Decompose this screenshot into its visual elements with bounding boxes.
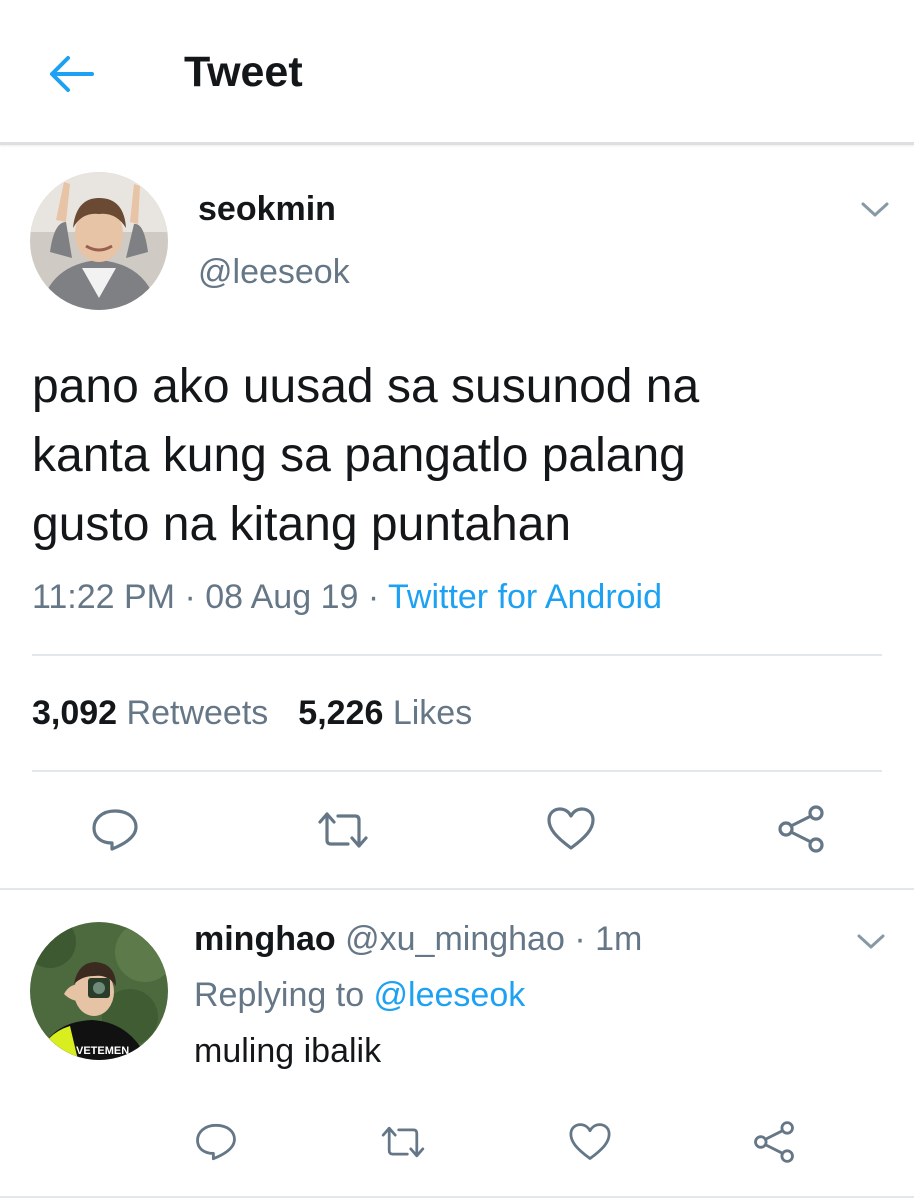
share-button[interactable] [776,804,826,854]
share-icon [778,805,824,853]
tweet-meta: 11:22 PM · 08 Aug 19 · Twitter for Andro… [32,578,662,617]
divider [0,888,914,890]
like-button[interactable] [546,806,596,852]
divider [0,1196,914,1198]
reply-button[interactable] [194,1122,238,1162]
retweets-stat[interactable]: 3,092 Retweets [32,694,268,732]
replying-prefix: Replying to [194,976,374,1014]
retweet-icon [318,812,368,848]
reply-menu-button[interactable] [856,932,886,952]
divider [32,770,882,772]
likes-count: 5,226 [298,694,384,732]
tweet-stats: 3,092 Retweets 5,226 Likes [32,694,472,733]
avatar[interactable] [30,172,168,310]
meta-separator: · [564,920,596,958]
tweet-menu-button[interactable] [860,200,890,220]
reply-text: muling ibalik [194,1032,382,1070]
retweets-label: Retweets [117,694,269,732]
heart-icon [547,807,595,850]
chevron-down-icon [861,202,889,217]
comment-icon [196,1123,236,1161]
tweet-text: pano ako uusad sa susunod na kanta kung … [32,360,700,551]
tweet-source-link[interactable]: Twitter for Android [388,578,662,616]
tweet-time: 11:22 PM [32,578,176,616]
tweet-author-name[interactable]: seokmin [198,190,336,229]
reply-button[interactable] [90,808,140,852]
share-icon [754,1121,794,1163]
comment-icon [92,809,138,851]
replying-mention-link[interactable]: @leeseok [374,976,526,1014]
retweet-button[interactable] [378,1124,428,1160]
retweet-button[interactable] [314,810,372,850]
heart-icon [569,1123,611,1160]
replying-to: Replying to @leeseok [194,976,525,1015]
meta-separator: · [358,578,388,616]
svg-text:VETEMEN: VETEMEN [76,1045,129,1057]
back-button[interactable] [40,44,100,104]
arrow-left-icon [50,56,94,92]
retweets-count: 3,092 [32,694,118,732]
reply-author-name[interactable]: minghao [194,920,336,958]
retweet-icon [381,1126,425,1158]
meta-separator: · [175,578,206,616]
reply-age: 1m [595,920,643,958]
reply-header: minghao @xu_minghao · 1m [194,920,642,959]
page-title: Tweet [184,48,303,96]
reply-author-handle[interactable]: @xu_minghao [345,920,565,958]
tweet-date: 08 Aug 19 [205,578,359,616]
share-button[interactable] [752,1120,796,1164]
tweet-author-handle[interactable]: @leeseok [198,253,350,292]
likes-label: Likes [383,694,473,732]
app-header: Tweet [0,0,914,145]
chevron-down-icon [857,934,885,949]
likes-stat[interactable]: 5,226 Likes [298,694,472,732]
divider [32,654,882,656]
avatar[interactable]: VETEMEN [30,922,168,1060]
like-button[interactable] [568,1122,612,1162]
